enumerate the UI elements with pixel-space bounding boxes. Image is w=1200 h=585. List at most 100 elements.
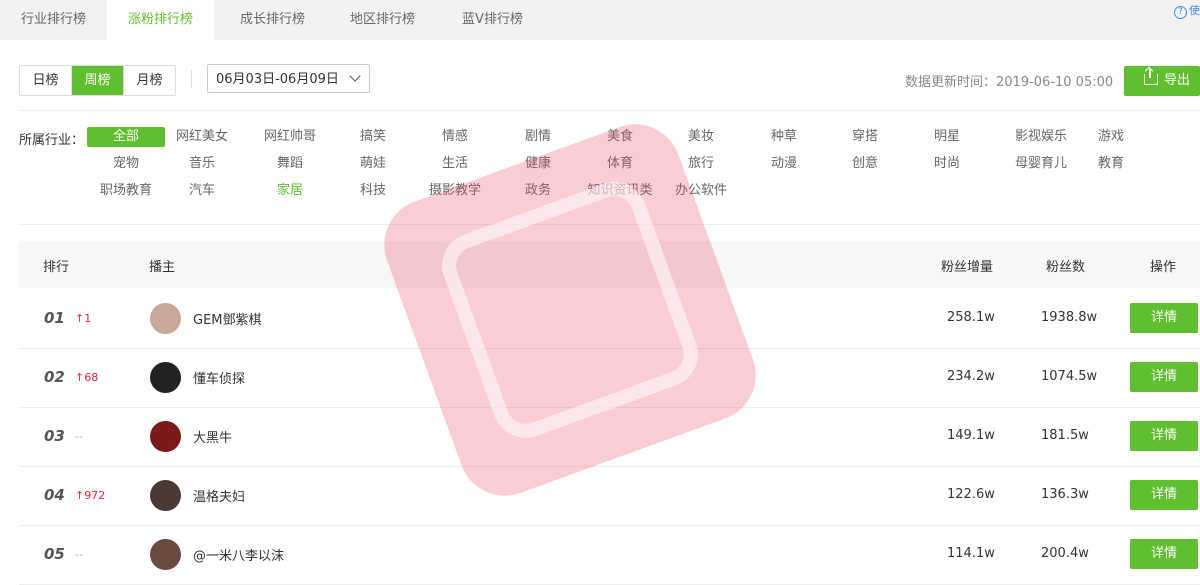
host-name[interactable]: 温格夫妇 [193, 486, 245, 505]
col-action: 操作 [1150, 260, 1177, 275]
table-row: 02 ↑68 懂车侦探 234.2w 1074.5w 详情 [19, 348, 1200, 408]
industry-tag[interactable]: 音乐 [163, 154, 241, 174]
tab-follower-growth-ranking[interactable]: 涨粉排行榜 [107, 0, 214, 40]
rank-number: 03 [44, 427, 65, 445]
industry-tag[interactable]: 办公软件 [662, 181, 740, 201]
col-rank: 排行 [43, 260, 70, 275]
industry-tag[interactable]: 政务 [499, 181, 577, 201]
avatar[interactable] [150, 303, 181, 334]
avatar[interactable] [150, 480, 181, 511]
rank-number: 04 [44, 486, 65, 504]
table-row: 04 ↑972 温格夫妇 122.6w 136.3w 详情 [19, 466, 1200, 526]
tab-region-ranking[interactable]: 地区排行榜 [329, 0, 436, 40]
detail-button[interactable]: 详情 [1130, 303, 1198, 333]
table-row: 05 -- @一米八李以沫 114.1w 200.4w 详情 [19, 525, 1200, 585]
industry-tag[interactable]: 萌娃 [334, 154, 412, 174]
industry-tag[interactable]: 体育 [581, 154, 659, 174]
detail-button[interactable]: 详情 [1130, 539, 1198, 569]
follower-gain: 234.2w [947, 369, 995, 384]
tab-bar: 行业排行榜 涨粉排行榜 成长排行榜 地区排行榜 蓝V排行榜 ? 使 [0, 0, 1200, 40]
follower-gain: 122.6w [947, 487, 995, 502]
industry-tag[interactable]: 全部 [87, 127, 165, 147]
rank-change: -- [75, 548, 83, 561]
avatar[interactable] [150, 539, 181, 570]
host-name[interactable]: @一米八李以沫 [193, 545, 284, 564]
industry-tag[interactable]: 科技 [334, 181, 412, 201]
rank-change: ↑972 [75, 489, 106, 502]
follower-count: 136.3w [1041, 487, 1089, 502]
period-weekly[interactable]: 周榜 [72, 66, 124, 95]
follower-gain: 258.1w [947, 310, 995, 325]
industry-tag[interactable]: 职场教育 [87, 181, 165, 201]
industry-tag[interactable]: 游戏 [1072, 127, 1150, 147]
col-follower-gain[interactable]: 粉丝增量 [941, 256, 993, 275]
divider [191, 70, 192, 88]
table-row: 03 -- 大黑牛 149.1w 181.5w 详情 [19, 407, 1200, 467]
avatar[interactable] [150, 421, 181, 452]
period-selector: 日榜 周榜 月榜 [19, 65, 176, 96]
industry-tag[interactable]: 汽车 [163, 181, 241, 201]
industry-tag[interactable]: 影视娱乐 [1002, 127, 1080, 147]
period-monthly[interactable]: 月榜 [124, 66, 175, 95]
detail-button[interactable]: 详情 [1130, 480, 1198, 510]
industry-tag[interactable]: 创意 [826, 154, 904, 174]
industry-tag[interactable]: 母婴育儿 [1002, 154, 1080, 174]
industry-tag[interactable]: 美妆 [662, 127, 740, 147]
date-range-dropdown[interactable]: 06月03日-06月09日 [207, 64, 370, 93]
question-icon: ? [1174, 6, 1187, 19]
table-header: 排行 播主 粉丝增量 粉丝数 操作 [19, 241, 1200, 288]
follower-count: 181.5w [1041, 428, 1089, 443]
industry-tag[interactable]: 明星 [908, 127, 986, 147]
host-name[interactable]: GEM鄧紫棋 [193, 309, 262, 328]
table-row: 01 ↑1 GEM鄧紫棋 258.1w 1938.8w 详情 [19, 289, 1200, 349]
industry-tag[interactable]: 网红帅哥 [251, 127, 329, 147]
rank-change: -- [75, 430, 83, 443]
divider [19, 224, 1200, 225]
help-link[interactable]: ? 使 [1174, 2, 1200, 19]
export-button[interactable]: 导出 [1124, 66, 1200, 96]
industry-tag[interactable]: 情感 [416, 127, 494, 147]
industry-tag[interactable]: 教育 [1072, 154, 1150, 174]
rank-change: ↑68 [75, 371, 99, 384]
industry-tag[interactable]: 动漫 [745, 154, 823, 174]
host-name[interactable]: 大黑牛 [193, 427, 232, 446]
update-time: 数据更新时间：2019-06-10 05:00 [905, 75, 1114, 90]
tab-industry-ranking[interactable]: 行业排行榜 [0, 0, 107, 40]
period-daily[interactable]: 日榜 [20, 66, 72, 95]
divider [19, 110, 1200, 111]
industry-tag[interactable]: 时尚 [908, 154, 986, 174]
industry-tag[interactable]: 舞蹈 [251, 154, 329, 174]
industry-tag[interactable]: 家居 [251, 181, 329, 201]
rank-number: 05 [44, 545, 65, 563]
industry-tag[interactable]: 生活 [416, 154, 494, 174]
col-host: 播主 [149, 260, 176, 275]
tab-blue-v-ranking[interactable]: 蓝V排行榜 [439, 0, 546, 40]
avatar[interactable] [150, 362, 181, 393]
host-name[interactable]: 懂车侦探 [193, 368, 245, 387]
industry-tag[interactable]: 美食 [581, 127, 659, 147]
industry-tag[interactable]: 旅行 [662, 154, 740, 174]
col-followers[interactable]: 粉丝数 [1046, 256, 1085, 275]
industry-tag[interactable]: 知识资讯类 [581, 181, 659, 201]
export-icon [1144, 69, 1158, 85]
follower-count: 1938.8w [1041, 310, 1098, 325]
follower-count: 200.4w [1041, 546, 1089, 561]
industry-filter-label: 所属行业： [19, 133, 85, 148]
industry-tag[interactable]: 宠物 [87, 154, 165, 174]
industry-tag[interactable]: 穿搭 [826, 127, 904, 147]
rank-change: ↑1 [75, 312, 92, 325]
industry-tag[interactable]: 网红美女 [163, 127, 241, 147]
rank-number: 02 [44, 368, 65, 386]
follower-gain: 114.1w [947, 546, 995, 561]
industry-tag[interactable]: 搞笑 [334, 127, 412, 147]
detail-button[interactable]: 详情 [1130, 362, 1198, 392]
follower-gain: 149.1w [947, 428, 995, 443]
industry-tag[interactable]: 剧情 [499, 127, 577, 147]
tab-growth-ranking[interactable]: 成长排行榜 [219, 0, 326, 40]
industry-tag[interactable]: 健康 [499, 154, 577, 174]
follower-count: 1074.5w [1041, 369, 1098, 384]
industry-tag[interactable]: 种草 [745, 127, 823, 147]
rank-number: 01 [44, 309, 65, 327]
detail-button[interactable]: 详情 [1130, 421, 1198, 451]
industry-tag[interactable]: 摄影教学 [416, 181, 494, 201]
